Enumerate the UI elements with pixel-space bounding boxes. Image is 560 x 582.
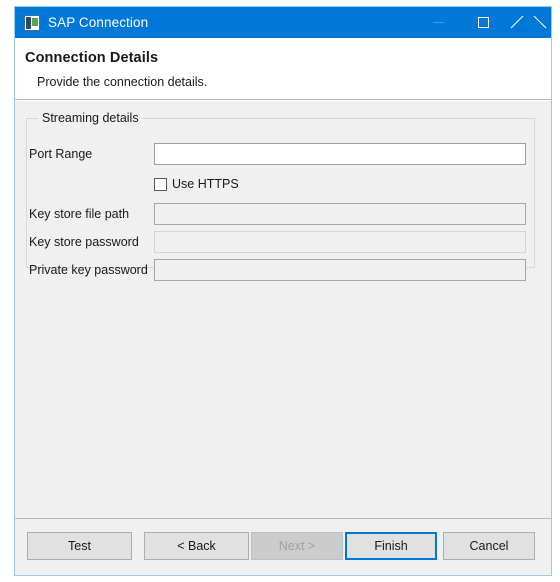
next-button[interactable]: Next >: [251, 532, 343, 560]
field-row-private-key-password: Private key password: [15, 259, 551, 281]
checkbox-box-icon: [154, 177, 167, 191]
sap-connection-icon: [24, 14, 40, 31]
private-key-password-label: Private key password: [29, 263, 148, 277]
minimize-icon: [433, 22, 444, 23]
dialog-header: Connection Details Provide the connectio…: [15, 38, 551, 100]
private-key-password-input[interactable]: [154, 259, 526, 281]
window-title: SAP Connection: [48, 15, 149, 30]
use-https-checkbox[interactable]: Use HTTPS: [154, 177, 239, 191]
port-range-label: Port Range: [29, 147, 93, 161]
page-subtitle: Provide the connection details.: [37, 75, 208, 89]
close-button[interactable]: [506, 7, 551, 38]
key-store-password-input[interactable]: [154, 231, 526, 253]
dialog-footer: Test < Back Next > Finish Cancel: [15, 518, 551, 575]
key-store-file-path-label: Key store file path: [29, 207, 130, 221]
sap-connection-dialog: SAP Connection Connection Details Provid…: [14, 6, 552, 576]
dialog-body: Streaming details Port Range Use HTTPS K…: [15, 100, 551, 518]
minimize-button[interactable]: [416, 7, 461, 38]
maximize-button[interactable]: [461, 7, 506, 38]
key-store-password-label: Key store password: [29, 235, 139, 249]
use-https-label: Use HTTPS: [172, 177, 239, 191]
port-range-input[interactable]: [154, 143, 526, 165]
field-row-port-range: Port Range: [15, 143, 551, 165]
close-icon: [522, 16, 535, 29]
window-controls: [416, 7, 551, 38]
screenshot-root: SAP Connection Connection Details Provid…: [0, 0, 560, 582]
streaming-details-label: Streaming details: [38, 111, 143, 125]
maximize-icon: [478, 17, 489, 28]
page-title: Connection Details: [25, 50, 159, 66]
field-row-key-store-password: Key store password: [15, 231, 551, 253]
key-store-file-path-input[interactable]: [154, 203, 526, 225]
test-button[interactable]: Test: [27, 532, 132, 560]
title-bar: SAP Connection: [15, 7, 551, 38]
field-row-key-store-file-path: Key store file path: [15, 203, 551, 225]
back-button[interactable]: < Back: [144, 532, 249, 560]
cancel-button[interactable]: Cancel: [443, 532, 535, 560]
finish-button[interactable]: Finish: [345, 532, 437, 560]
